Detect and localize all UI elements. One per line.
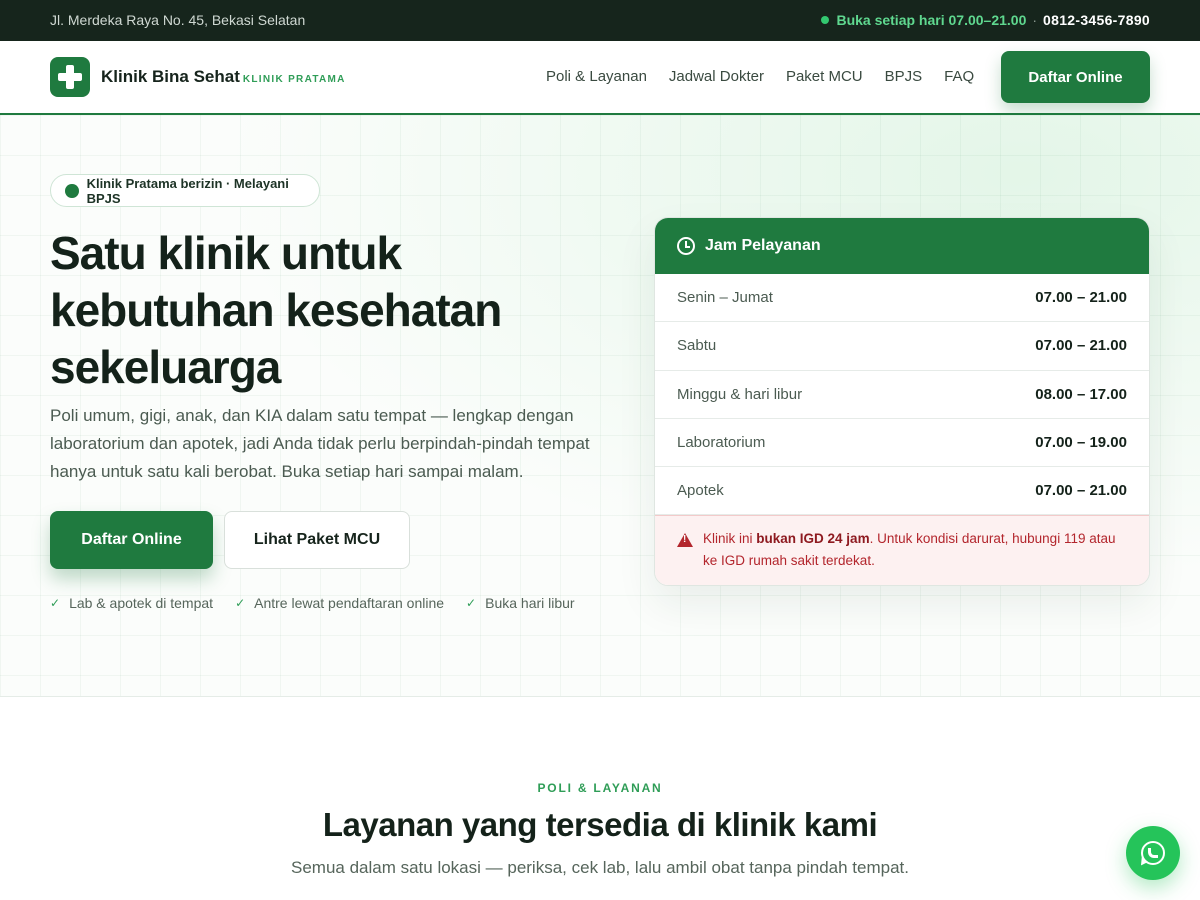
nav-item-faq[interactable]: FAQ <box>944 68 974 85</box>
feature-item: ✓ Lab & apotek di tempat <box>50 595 213 611</box>
hero-section: Klinik Pratama berizin · Melayani BPJS S… <box>0 115 1200 697</box>
brand-logo-link[interactable]: Klinik Bina Sehat KLINIK PRATAMA <box>101 67 346 87</box>
hours-time: 07.00 – 21.00 <box>1035 337 1127 355</box>
medical-cross-icon[interactable] <box>50 57 90 97</box>
emergency-notice-text: Klinik ini bukan IGD 24 jam. Untuk kondi… <box>703 531 1116 569</box>
feature-checklist: ✓ Lab & apotek di tempat ✓ Antre lewat p… <box>50 595 597 611</box>
service-hours-card: Jam Pelayanan Senin – Jumat 07.00 – 21.0… <box>654 217 1150 586</box>
hours-row: Sabtu 07.00 – 21.00 <box>655 322 1149 371</box>
badge-dot-icon <box>65 183 79 198</box>
header-register-button[interactable]: Daftar Online <box>1001 51 1150 103</box>
check-icon: ✓ <box>235 596 246 610</box>
hours-time: 08.00 – 17.00 <box>1035 385 1127 403</box>
brand-name: Klinik Bina Sehat <box>101 67 240 86</box>
nav-item-jadwal-dokter[interactable]: Jadwal Dokter <box>669 68 764 85</box>
nav-item-paket-mcu[interactable]: Paket MCU <box>786 68 863 85</box>
hours-day: Apotek <box>677 482 724 500</box>
feature-item: ✓ Buka hari libur <box>466 595 575 611</box>
open-hours-status: Buka setiap hari 07.00–21.00 <box>836 12 1027 28</box>
warning-triangle-icon <box>677 533 693 548</box>
hours-row: Laboratorium 07.00 – 19.00 <box>655 419 1149 468</box>
hours-row: Senin – Jumat 07.00 – 21.00 <box>655 274 1149 323</box>
hours-day: Sabtu <box>677 337 717 355</box>
emergency-notice: Klinik ini bukan IGD 24 jam. Untuk kondi… <box>655 515 1149 585</box>
nav-item-poli-layanan[interactable]: Poli & Layanan <box>546 68 647 85</box>
open-status-dot-icon <box>821 16 830 24</box>
phone-number-link[interactable]: 0812-3456-7890 <box>1043 12 1150 28</box>
feature-item: ✓ Antre lewat pendaftaran online <box>235 595 444 611</box>
license-badge: Klinik Pratama berizin · Melayani BPJS <box>50 174 320 207</box>
hours-row: Minggu & hari libur 08.00 – 17.00 <box>655 371 1149 419</box>
feature-label: Buka hari libur <box>485 595 575 611</box>
top-info-bar: Jl. Merdeka Raya No. 45, Bekasi Selatan … <box>0 0 1200 41</box>
services-subtitle: Semua dalam satu lokasi — periksa, cek l… <box>290 858 909 877</box>
hours-day: Laboratorium <box>677 434 766 452</box>
view-mcu-package-button[interactable]: Lihat Paket MCU <box>224 511 410 569</box>
hours-row: Apotek 07.00 – 21.00 <box>655 467 1149 516</box>
check-icon: ✓ <box>466 596 477 610</box>
license-badge-label: Klinik Pratama berizin · Melayani BPJS <box>86 175 289 206</box>
site-header: Klinik Bina Sehat KLINIK PRATAMA Poli & … <box>0 41 1200 115</box>
services-title: Layanan yang tersedia di klinik kami <box>322 806 878 843</box>
clinic-address: Jl. Merdeka Raya No. 45, Bekasi Selatan <box>50 12 306 28</box>
hours-time: 07.00 – 19.00 <box>1035 434 1127 452</box>
hero-register-button[interactable]: Daftar Online <box>50 511 213 569</box>
check-icon: ✓ <box>50 596 61 610</box>
service-hours-title: Jam Pelayanan <box>705 237 821 254</box>
hero-title: Satu klinik untuk kebutuhan kesehatan se… <box>50 227 502 393</box>
main-nav: Poli & Layanan Jadwal Dokter Paket MCU B… <box>546 68 996 85</box>
nav-item-bpjs[interactable]: BPJS <box>885 68 923 85</box>
topbar-contact: Buka setiap hari 07.00–21.00 · 0812-3456… <box>821 12 1150 28</box>
clock-icon <box>677 237 695 255</box>
brand-subtitle: KLINIK PRATAMA <box>242 74 346 85</box>
topbar-separator: · <box>1032 12 1038 28</box>
hero-description: Poli umum, gigi, anak, dan KIA dalam sat… <box>50 406 590 481</box>
service-hours-header: Jam Pelayanan <box>655 218 1149 274</box>
feature-label: Lab & apotek di tempat <box>69 595 214 611</box>
hours-time: 07.00 – 21.00 <box>1035 482 1127 500</box>
hours-day: Minggu & hari libur <box>677 385 803 403</box>
feature-label: Antre lewat pendaftaran online <box>254 595 445 611</box>
hours-time: 07.00 – 21.00 <box>1035 289 1127 307</box>
hours-day: Senin – Jumat <box>677 289 773 307</box>
whatsapp-button[interactable] <box>1126 826 1180 880</box>
services-eyebrow: POLI & LAYANAN <box>537 781 663 795</box>
